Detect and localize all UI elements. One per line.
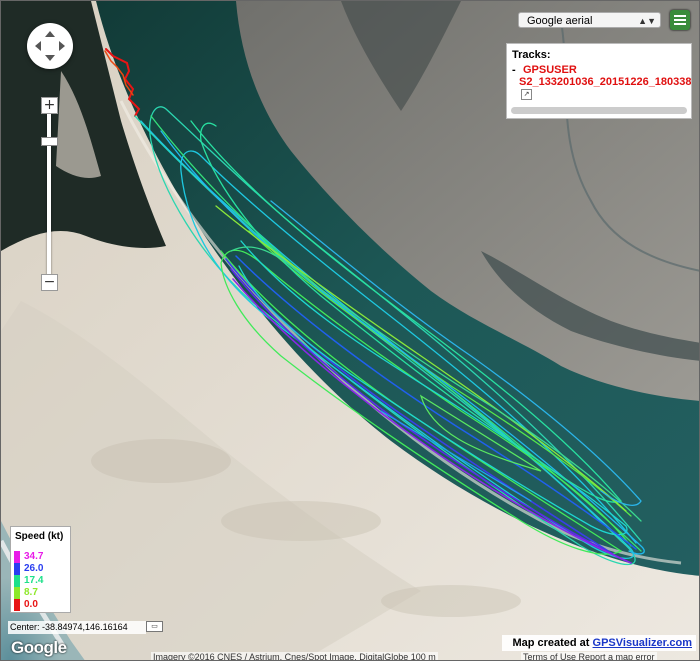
legend-swatch (14, 551, 20, 563)
map-type-value: Google aerial (527, 15, 593, 27)
legend-swatch (14, 575, 20, 587)
track-name-line1[interactable]: GPSUSER (523, 64, 577, 76)
pan-control[interactable] (27, 23, 73, 69)
legend-swatch (14, 587, 20, 599)
google-logo: Google (11, 638, 67, 657)
legend-entry: 0.0 (14, 599, 69, 611)
legend-swatch (14, 563, 20, 575)
legend-entry: 34.7 (14, 551, 69, 563)
zoom-out-button[interactable]: − (41, 274, 58, 291)
map-viewport[interactable]: + − Google aerial ▲▼ Tracks: - GPSUSER S… (0, 0, 700, 661)
track-bullet: - (512, 64, 516, 76)
zoom-slider-thumb[interactable] (41, 137, 58, 146)
legend-entry: 8.7 (14, 587, 69, 599)
speed-legend: Speed (kt) 34.7 26.0 17.4 8.7 0.0 (10, 526, 71, 613)
zoom-slider-track[interactable] (47, 105, 51, 283)
tracks-panel: Tracks: - GPSUSER S2_133201036_20151226_… (506, 43, 692, 119)
legend-title: Speed (kt) (15, 531, 64, 542)
terms-links[interactable]: Terms of Use Report a map error (521, 652, 657, 660)
menu-icon (674, 15, 686, 17)
pan-arrows-icon (35, 31, 65, 61)
legend-label: 17.4 (24, 575, 44, 586)
map-type-select[interactable]: Google aerial ▲▼ (518, 12, 661, 28)
external-link-icon[interactable]: ↗ (521, 89, 532, 100)
zoom-in-button[interactable]: + (41, 97, 58, 114)
legend-label: 8.7 (24, 587, 38, 598)
legend-label: 26.0 (24, 563, 44, 574)
imagery-attribution: Imagery ©2016 CNES / Astrium, Cnes/Spot … (151, 652, 438, 661)
menu-button[interactable] (670, 10, 690, 30)
center-coordinates: Center: -38.84974,146.16164 (8, 621, 146, 634)
ruler-icon[interactable]: ▭ (146, 621, 163, 632)
legend-entry: 26.0 (14, 563, 69, 575)
track-name-line2[interactable]: S2_133201036_20151226_180338_ (519, 76, 691, 88)
legend-swatch (14, 599, 20, 611)
credit-prefix: Map created at (512, 637, 593, 649)
tracks-scrollbar[interactable] (511, 107, 687, 114)
map-credit: Map created at GPSVisualizer.com (502, 635, 696, 651)
gpsvisualizer-link[interactable]: GPSVisualizer.com (593, 637, 692, 649)
legend-entry: 17.4 (14, 575, 69, 587)
legend-label: 0.0 (24, 599, 38, 610)
tracks-title: Tracks: (512, 49, 551, 61)
select-arrows-icon: ▲▼ (638, 16, 656, 26)
legend-label: 34.7 (24, 551, 44, 562)
